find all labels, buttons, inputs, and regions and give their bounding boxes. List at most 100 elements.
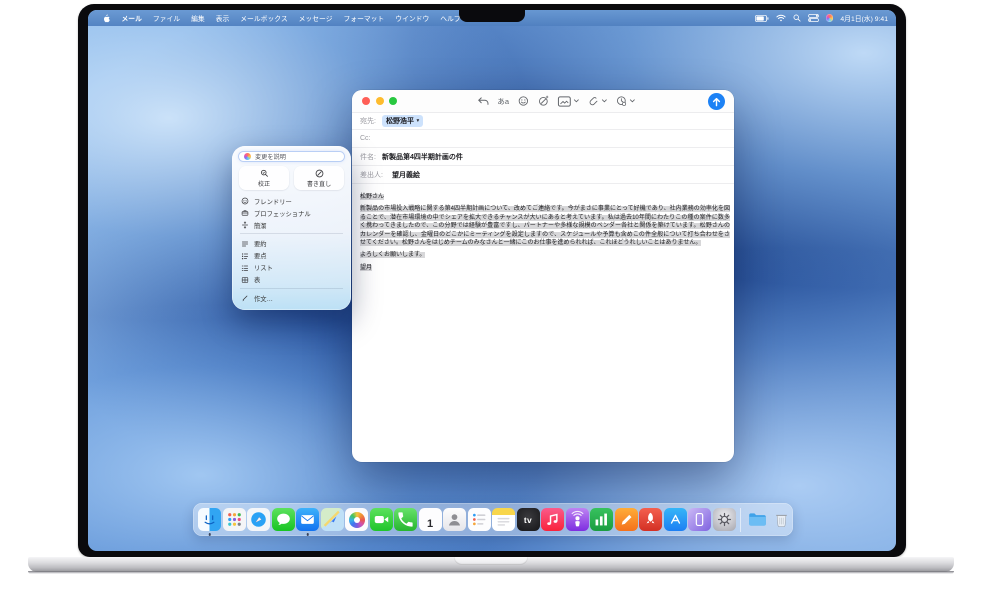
app-store-icon[interactable] — [664, 508, 687, 531]
dock: 1 tv — [193, 503, 793, 536]
dock-slot-podcasts — [566, 508, 589, 531]
dock-slot-settings — [713, 508, 736, 531]
writing-tools-item-compose[interactable]: 作文… — [239, 292, 344, 304]
writing-tools-item-key-points[interactable]: 要点 — [239, 250, 344, 262]
finder-icon[interactable] — [198, 508, 221, 531]
messages-icon[interactable] — [272, 508, 295, 531]
maps-icon[interactable] — [321, 508, 344, 531]
close-window-button[interactable] — [362, 97, 370, 105]
tv-icon[interactable]: tv — [517, 508, 540, 531]
wifi-icon[interactable] — [776, 14, 786, 22]
writing-tools-popup: 変更を説明 校正書き直し フレンドリープロフェッショナル簡潔 要約要点リスト表 … — [232, 146, 351, 310]
phone-icon[interactable] — [394, 508, 417, 531]
spotlight-search-icon[interactable] — [793, 14, 801, 22]
photos-icon[interactable] — [345, 508, 368, 531]
summary-lines-icon — [241, 240, 249, 248]
undo-icon[interactable] — [476, 96, 489, 107]
format-options: 要約要点リスト表 — [239, 238, 344, 286]
recipient-pill[interactable]: 松野浩平 — [382, 115, 423, 127]
reminders-icon[interactable] — [468, 508, 491, 531]
pages-icon[interactable] — [615, 508, 638, 531]
contacts-icon[interactable] — [443, 508, 466, 531]
writing-tools-item-concise[interactable]: 簡潔 — [239, 219, 344, 231]
dock-slot-phone — [394, 508, 417, 531]
menubar-menu-view[interactable]: 表示 — [210, 13, 235, 23]
divider — [240, 288, 343, 289]
rewrite-icon — [315, 169, 324, 178]
minimize-window-button[interactable] — [376, 97, 384, 105]
mail-icon[interactable] — [296, 508, 319, 531]
proofread-button[interactable]: 校正 — [239, 166, 289, 190]
siri-icon[interactable] — [826, 14, 834, 22]
describe-changes-label: 変更を説明 — [255, 152, 286, 161]
menubar-menu-message[interactable]: メッセージ — [293, 13, 338, 23]
dock-slot-contacts — [443, 508, 466, 531]
dock-slot-tv: tv — [517, 508, 540, 531]
attach-file-control[interactable] — [587, 95, 607, 107]
downloads-icon[interactable] — [746, 508, 769, 531]
numbers-icon[interactable] — [590, 508, 613, 531]
battery-icon[interactable] — [755, 15, 769, 22]
subject-value: 新製品第4四半期計画の件 — [382, 152, 463, 162]
menubar-menu-window[interactable]: ウインドウ — [390, 13, 435, 23]
menubar-menu-format[interactable]: フォーマット — [338, 13, 390, 23]
dock-slot-rocket — [639, 508, 662, 531]
lid-opening-notch — [454, 557, 528, 565]
settings-icon[interactable] — [713, 508, 736, 531]
mail-compose-window: あa — [352, 90, 734, 462]
emoji-icon[interactable] — [517, 95, 529, 107]
notes-icon[interactable] — [492, 508, 515, 531]
menubar-menu-mail[interactable]: メール — [116, 13, 147, 23]
apple-menu-icon[interactable] — [96, 14, 116, 23]
window-controls — [362, 97, 397, 105]
subject-field[interactable]: 件名: 新製品第4四半期計画の件 — [352, 148, 734, 166]
writing-tools-icon[interactable] — [537, 95, 549, 107]
writing-tools-actions: 校正書き直し — [239, 166, 344, 190]
control-center-icon[interactable] — [808, 14, 819, 22]
message-body[interactable]: 松野さん 新製品の市場投入戦略に関する第4四半期計画について、改めてご連絡です。… — [352, 180, 734, 462]
attach-file-icon — [587, 95, 599, 107]
cc-field[interactable]: Cc: — [352, 130, 734, 148]
music-icon[interactable] — [541, 508, 564, 531]
calendar-icon[interactable]: 1 — [419, 508, 442, 531]
writing-tools-item-list[interactable]: リスト — [239, 262, 344, 274]
describe-changes-field[interactable]: 変更を説明 — [239, 152, 344, 161]
writing-tools-item-friendly[interactable]: フレンドリー — [239, 195, 344, 207]
camera-notch — [459, 10, 525, 22]
trash-icon[interactable] — [770, 508, 793, 531]
smiley-icon — [241, 197, 249, 205]
writing-tools-item-summary[interactable]: 要約 — [239, 238, 344, 250]
macos-desktop: メールファイル編集表示メールボックスメッセージフォーマットウインドウヘルプ 4月… — [88, 10, 896, 551]
facetime-icon[interactable] — [370, 508, 393, 531]
tone-options: フレンドリープロフェッショナル簡潔 — [239, 195, 344, 231]
menubar-menu-file[interactable]: ファイル — [147, 13, 185, 23]
menu-bar-clock[interactable]: 4月1日(水) 9:41 — [840, 13, 888, 23]
writing-tools-item-professional[interactable]: プロフェッショナル — [239, 207, 344, 219]
send-button[interactable] — [708, 93, 725, 110]
zoom-window-button[interactable] — [389, 97, 397, 105]
iphone-mirroring-icon[interactable] — [688, 508, 711, 531]
rocket-icon[interactable] — [639, 508, 662, 531]
header-fields: 宛先: 松野浩平 Cc: 件名: 新製品第4四半期計画の件 差出人: 望月義絵 — [352, 112, 734, 184]
window-title-bar[interactable]: あa — [352, 90, 734, 113]
photo-browser-control[interactable] — [557, 96, 579, 107]
body-signature: 望月 — [360, 264, 730, 272]
launchpad-icon[interactable] — [223, 508, 246, 531]
dock-slot-facetime — [370, 508, 393, 531]
menubar-menu-mailbox[interactable]: メールボックス — [235, 13, 293, 23]
rewrite-button[interactable]: 書き直し — [294, 166, 344, 190]
body-closing: よろしくお願いします。 — [360, 251, 730, 259]
to-label: 宛先: — [360, 116, 376, 126]
table-grid-icon — [241, 276, 249, 284]
writing-tools-item-table[interactable]: 表 — [239, 274, 344, 286]
podcasts-icon[interactable] — [566, 508, 589, 531]
menubar-menu-edit[interactable]: 編集 — [186, 13, 211, 23]
dock-slot-music — [541, 508, 564, 531]
safari-icon[interactable] — [247, 508, 270, 531]
cc-label: Cc: — [360, 135, 371, 142]
format-text-icon[interactable]: あa — [497, 96, 509, 107]
divider — [240, 233, 343, 234]
to-field[interactable]: 宛先: 松野浩平 — [352, 112, 734, 130]
pencil-icon — [241, 294, 249, 302]
schedule-send-control[interactable] — [615, 95, 635, 107]
